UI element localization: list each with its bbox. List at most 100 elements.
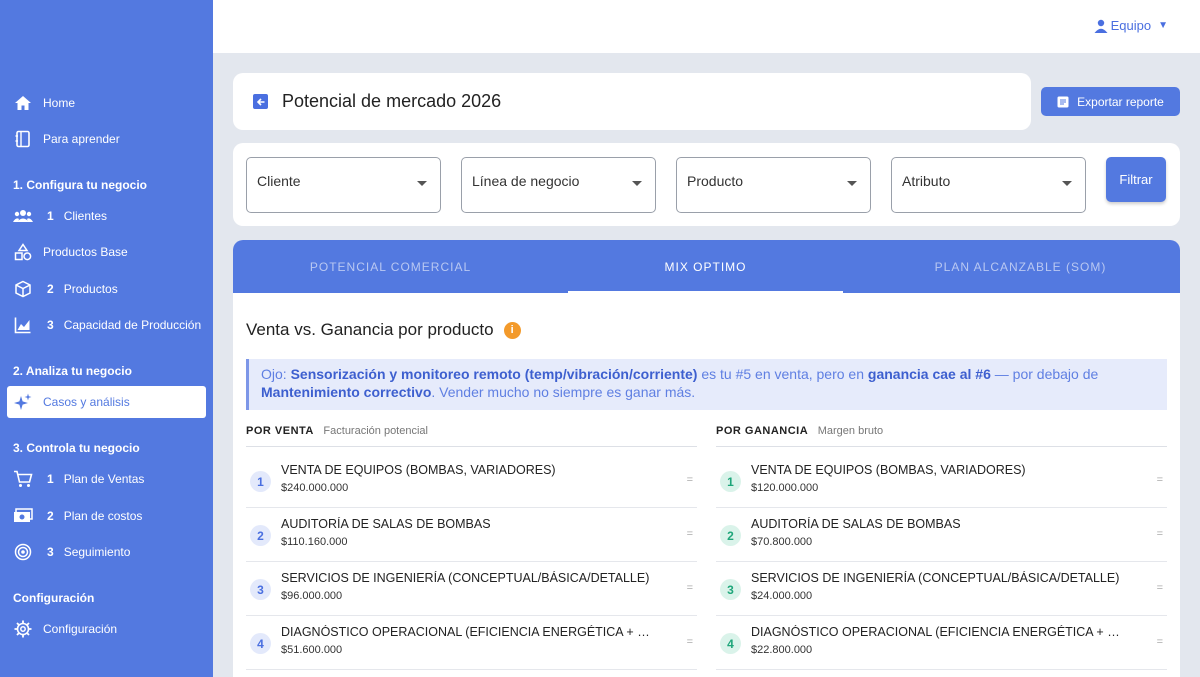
info-icon[interactable]: i bbox=[503, 321, 521, 339]
sidebar-section-analiza: 2. Analiza tu negocio bbox=[13, 364, 132, 378]
ranking-row: 3 SERVICIOS DE INGENIERÍA (CONCEPTUAL/BÁ… bbox=[246, 562, 697, 616]
money-icon bbox=[13, 506, 33, 526]
sidebar-item-clientes[interactable]: 1 Clientes bbox=[7, 200, 206, 232]
product-name: DIAGNÓSTICO OPERACIONAL (EFICIENCIA ENER… bbox=[751, 625, 1126, 639]
sidebar-item-home[interactable]: Home bbox=[7, 87, 206, 119]
ranking-row: 4 DIAGNÓSTICO OPERACIONAL (EFICIENCIA EN… bbox=[246, 616, 697, 670]
equal-marker: = bbox=[1156, 636, 1163, 648]
sidebar-item-plan-ventas[interactable]: 1 Plan de Ventas bbox=[7, 463, 206, 495]
export-report-label: Exportar reporte bbox=[1077, 94, 1164, 109]
sidebar-item-label: Para aprender bbox=[43, 132, 120, 146]
back-button[interactable] bbox=[253, 94, 268, 109]
sidebar-item-casos[interactable]: Casos y análisis bbox=[7, 386, 206, 418]
ranking-row: 1 VENTA DE EQUIPOS (BOMBAS, VARIADORES) … bbox=[246, 454, 697, 508]
alert-highlight: ganancia cae al #6 bbox=[867, 366, 991, 382]
sidebar-item-plan-costos[interactable]: 2 Plan de costos bbox=[7, 500, 206, 532]
sidebar-section-configura: 1. Configura tu negocio bbox=[13, 178, 147, 192]
chevron-down-icon bbox=[632, 181, 642, 186]
filter-bar: Cliente Línea de negocio Producto Atribu… bbox=[233, 143, 1180, 226]
sidebar-item-productos[interactable]: 2 Productos bbox=[7, 273, 206, 305]
sidebar-item-configuracion[interactable]: Configuración bbox=[7, 613, 206, 645]
rank-badge: 3 bbox=[250, 579, 271, 600]
chart-area-icon bbox=[13, 315, 33, 335]
sidebar-item-number: 2 bbox=[47, 282, 54, 296]
product-value: $120.000.000 bbox=[751, 482, 819, 494]
product-name: SERVICIOS DE INGENIERÍA (CONCEPTUAL/BÁSI… bbox=[281, 571, 650, 585]
sidebar-item-seguimiento[interactable]: 3 Seguimiento bbox=[7, 536, 206, 568]
atributo-select[interactable]: Atributo bbox=[891, 157, 1086, 213]
rank-badge: 4 bbox=[720, 633, 741, 654]
sidebar-item-label: Home bbox=[43, 96, 76, 110]
product-value: $51.600.000 bbox=[281, 644, 343, 656]
top-bar: Equipo ▼ bbox=[213, 0, 1200, 53]
ranking-row: 2 AUDITORÍA DE SALAS DE BOMBAS $70.800.0… bbox=[716, 508, 1167, 562]
divider bbox=[716, 446, 1167, 447]
product-value: $96.000.000 bbox=[281, 590, 343, 602]
tab-plan-alcanzable[interactable]: PLAN ALCANZABLE (SOM) bbox=[863, 240, 1178, 293]
rank-badge: 2 bbox=[250, 525, 271, 546]
alert-highlight: Sensorización y monitoreo remoto (temp/v… bbox=[290, 366, 698, 382]
sidebar-item-label: Configuración bbox=[43, 622, 118, 636]
alert-text: Ojo: bbox=[261, 366, 291, 382]
cliente-select-label: Cliente bbox=[257, 173, 301, 189]
alert-highlight: Mantenimiento correctivo bbox=[261, 384, 432, 400]
sidebar-item-number: 3 bbox=[47, 318, 54, 332]
team-menu[interactable]: Equipo ▼ bbox=[1094, 18, 1168, 33]
product-name: VENTA DE EQUIPOS (BOMBAS, VARIADORES) bbox=[281, 463, 556, 477]
shapes-icon bbox=[13, 242, 33, 262]
book-icon bbox=[13, 129, 33, 149]
producto-select[interactable]: Producto bbox=[676, 157, 871, 213]
product-name: AUDITORÍA DE SALAS DE BOMBAS bbox=[281, 517, 491, 531]
sidebar-section-configuracion: Configuración bbox=[13, 591, 95, 605]
cliente-select[interactable]: Cliente bbox=[246, 157, 441, 213]
page-title: Potencial de mercado 2026 bbox=[282, 91, 502, 111]
arrow-left-icon bbox=[256, 97, 264, 106]
chevron-down-icon: ▼ bbox=[1158, 20, 1168, 31]
product-name: AUDITORÍA DE SALAS DE BOMBAS bbox=[751, 517, 961, 531]
section-title-text: Venta vs. Ganancia por producto bbox=[246, 320, 494, 339]
tab-potencial-comercial[interactable]: POTENCIAL COMERCIAL bbox=[233, 240, 548, 293]
equal-marker: = bbox=[1156, 528, 1163, 540]
users-icon bbox=[13, 206, 33, 226]
sidebar-item-productos-base[interactable]: Productos Base bbox=[7, 236, 206, 268]
sidebar-section-controla: 3. Controla tu negocio bbox=[13, 441, 140, 455]
product-value: $24.000.000 bbox=[751, 590, 813, 602]
equal-marker: = bbox=[686, 474, 693, 486]
page-header: Potencial de mercado 2026 bbox=[233, 73, 1031, 130]
sidebar-item-label: Productos bbox=[63, 282, 118, 296]
equal-marker: = bbox=[686, 636, 693, 648]
sidebar-item-label: Casos y análisis bbox=[43, 395, 130, 409]
product-value: $240.000.000 bbox=[281, 482, 349, 494]
sidebar-item-label: Clientes bbox=[63, 209, 108, 223]
product-value: $22.800.000 bbox=[751, 644, 813, 656]
ranking-row: 1 VENTA DE EQUIPOS (BOMBAS, VARIADORES) … bbox=[716, 454, 1167, 508]
analysis-panel: POTENCIAL COMERCIAL MIX OPTIMO PLAN ALCA… bbox=[233, 240, 1180, 677]
rank-badge: 3 bbox=[720, 579, 741, 600]
sidebar-item-number: 1 bbox=[47, 472, 54, 486]
rank-badge: 4 bbox=[250, 633, 271, 654]
por-venta-title: POR VENTA bbox=[246, 425, 314, 437]
cube-icon bbox=[13, 279, 33, 299]
rank-badge: 2 bbox=[720, 525, 741, 546]
rank-badge: 1 bbox=[720, 471, 741, 492]
sidebar-item-learn[interactable]: Para aprender bbox=[7, 123, 206, 155]
sidebar-item-number: 2 bbox=[47, 509, 54, 523]
section-title: Venta vs. Ganancia por producto i bbox=[246, 320, 521, 340]
chevron-down-icon bbox=[847, 181, 857, 186]
equal-marker: = bbox=[1156, 582, 1163, 594]
chevron-down-icon bbox=[417, 181, 427, 186]
export-report-button[interactable]: Exportar reporte bbox=[1041, 87, 1180, 116]
ranking-row: 3 SERVICIOS DE INGENIERÍA (CONCEPTUAL/BÁ… bbox=[716, 562, 1167, 616]
tab-mix-optimo[interactable]: MIX OPTIMO bbox=[548, 240, 863, 293]
sidebar-item-capacidad[interactable]: 3 Capacidad de Producción bbox=[7, 309, 206, 341]
product-value: $110.160.000 bbox=[281, 536, 348, 548]
linea-negocio-select-label: Línea de negocio bbox=[472, 173, 580, 189]
chevron-down-icon bbox=[1062, 181, 1072, 186]
filter-button[interactable]: Filtrar bbox=[1106, 157, 1166, 202]
por-ganancia-title: POR GANANCIA bbox=[716, 425, 809, 437]
alert-text: es tu #5 en venta, pero en bbox=[697, 366, 868, 382]
sidebar-item-label: Productos Base bbox=[43, 245, 128, 259]
linea-negocio-select[interactable]: Línea de negocio bbox=[461, 157, 656, 213]
por-ganancia-header: POR GANANCIA Margen bruto bbox=[716, 425, 883, 437]
divider bbox=[246, 446, 697, 447]
